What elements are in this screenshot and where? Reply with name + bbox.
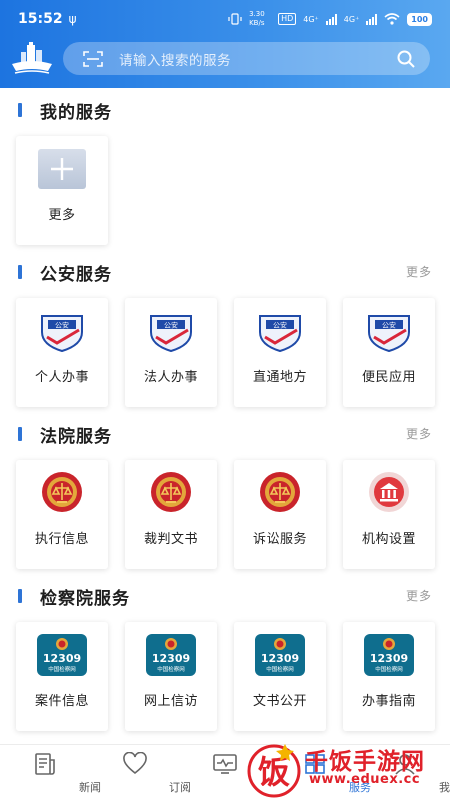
section-marker xyxy=(18,589,22,603)
add-icon xyxy=(38,149,86,189)
court-card-institutions[interactable]: 机构设置 xyxy=(343,460,435,569)
card-label: 便民应用 xyxy=(361,370,416,385)
section-marker xyxy=(18,103,22,117)
police-shield-icon: 公安 xyxy=(150,315,192,352)
court-more-link[interactable]: 更多 xyxy=(406,425,432,442)
procuratorate-services-section: 检察院服务 更多 12309 中国检察网 案件信息 12309 中国检察网 网上… xyxy=(0,582,450,732)
wifi-icon xyxy=(384,13,400,25)
card-label: 网上信访 xyxy=(143,694,198,709)
tab-subscribe[interactable]: 订阅 xyxy=(90,745,191,801)
procuratorate-12309-icon: 12309 中国检察网 xyxy=(255,634,305,676)
police-shield-icon: 公安 xyxy=(368,315,410,352)
card-label: 机构设置 xyxy=(361,532,416,547)
scan-icon[interactable] xyxy=(83,50,103,67)
card-label: 办事指南 xyxy=(361,694,416,709)
status-time: 15:52 xyxy=(18,11,63,27)
police-shield-icon: 公安 xyxy=(41,315,83,352)
police-more-link[interactable]: 更多 xyxy=(406,263,432,280)
status-bar: 15:52 ψ 3.30 KB/s HD 4G⁺ 4G⁺ 100 xyxy=(0,0,450,38)
badge-number: 12309 xyxy=(43,652,81,665)
procuratorate-12309-icon: 12309 中国检察网 xyxy=(364,634,414,676)
monitor-pulse-icon xyxy=(213,754,237,774)
section-title: 法院服务 xyxy=(40,427,112,447)
court-card-judgment[interactable]: 裁判文书 xyxy=(125,460,217,569)
badge-number: 12309 xyxy=(261,652,299,665)
police-services-section: 公安服务 更多 公安 个人办事 公安 法人办事 公安 直通地方 公安 便民应用 xyxy=(0,258,450,408)
badge-caption: 中国检察网 xyxy=(157,665,185,673)
watermark-url: www.eduex.cc xyxy=(309,772,421,787)
vibrate-icon xyxy=(228,13,242,25)
app-logo-icon xyxy=(12,42,52,74)
police-card-local[interactable]: 公安 直通地方 xyxy=(234,298,326,407)
police-card-personal[interactable]: 公安 个人办事 xyxy=(16,298,108,407)
procuratorate-card-petition[interactable]: 12309 中国检察网 网上信访 xyxy=(125,622,217,731)
court-services-section: 法院服务 更多 执行信息 裁判文书 诉讼服务 机构设置 xyxy=(0,420,450,570)
app-header: 15:52 ψ 3.30 KB/s HD 4G⁺ 4G⁺ 100 请输入搜索的服… xyxy=(0,0,450,88)
card-label: 个人办事 xyxy=(34,370,89,385)
search-icon[interactable] xyxy=(396,49,416,69)
status-indicators: 3.30 KB/s HD 4G⁺ 4G⁺ 100 xyxy=(228,10,432,28)
procuratorate-more-link[interactable]: 更多 xyxy=(406,587,432,604)
badge-caption: 中国检察网 xyxy=(48,665,76,673)
shield-text: 公安 xyxy=(164,321,178,330)
news-icon xyxy=(35,753,55,775)
signal-icon-2 xyxy=(366,13,378,25)
card-label: 直通地方 xyxy=(252,370,307,385)
my-services-section: 我的服务 更多 xyxy=(0,96,450,246)
procuratorate-12309-icon: 12309 中国检察网 xyxy=(146,634,196,676)
net-speed: 3.30 KB/s xyxy=(249,10,265,27)
procuratorate-card-documents[interactable]: 12309 中国检察网 文书公开 xyxy=(234,622,326,731)
search-bar[interactable]: 请输入搜索的服务 xyxy=(63,42,430,75)
hd-badge: HD xyxy=(278,13,297,25)
shield-text: 公安 xyxy=(55,321,69,330)
procuratorate-card-guide[interactable]: 12309 中国检察网 办事指南 xyxy=(343,622,435,731)
court-card-litigation[interactable]: 诉讼服务 xyxy=(234,460,326,569)
badge-caption: 中国检察网 xyxy=(375,665,403,673)
section-title: 我的服务 xyxy=(40,103,112,123)
section-title: 公安服务 xyxy=(40,265,112,285)
procuratorate-12309-icon: 12309 中国检察网 xyxy=(37,634,87,676)
network-type: 4G⁺ xyxy=(303,14,319,24)
badge-caption: 中国检察网 xyxy=(266,665,294,673)
card-label: 法人办事 xyxy=(143,370,198,385)
court-emblem-icon xyxy=(42,472,82,512)
court-emblem-icon xyxy=(151,472,191,512)
badge-number: 12309 xyxy=(370,652,408,665)
search-input[interactable]: 请输入搜索的服务 xyxy=(119,49,231,69)
court-card-execution[interactable]: 执行信息 xyxy=(16,460,108,569)
court-emblem-icon xyxy=(260,472,300,512)
shield-text: 公安 xyxy=(273,321,287,330)
card-label: 案件信息 xyxy=(34,694,89,709)
tab-news[interactable]: 新闻 xyxy=(0,745,101,801)
battery-indicator: 100 xyxy=(407,12,432,26)
badge-number: 12309 xyxy=(152,652,190,665)
section-marker xyxy=(18,427,22,441)
section-title: 检察院服务 xyxy=(40,589,130,609)
heart-icon xyxy=(123,752,147,775)
network-type-2: 4G⁺ xyxy=(343,14,360,24)
card-label: 诉讼服务 xyxy=(252,532,307,547)
watermark-brand: 千饭手游网 xyxy=(305,749,425,775)
watermark-logo-icon: 饭 xyxy=(247,744,301,798)
watermark-glyph: 饭 xyxy=(258,753,290,791)
police-shield-icon: 公安 xyxy=(259,315,301,352)
police-card-convenience[interactable]: 公安 便民应用 xyxy=(343,298,435,407)
more-services-card[interactable]: 更多 xyxy=(16,136,108,245)
signal-icon xyxy=(325,13,337,25)
usb-icon: ψ xyxy=(68,12,77,26)
section-marker xyxy=(18,265,22,279)
police-card-corporate[interactable]: 公安 法人办事 xyxy=(125,298,217,407)
site-watermark: 饭 千饭手游网 www.eduex.cc xyxy=(245,740,450,800)
card-label: 文书公开 xyxy=(252,694,307,709)
institution-building-icon xyxy=(369,472,409,512)
shield-text: 公安 xyxy=(382,321,396,330)
procuratorate-card-case-info[interactable]: 12309 中国检察网 案件信息 xyxy=(16,622,108,731)
card-label: 更多 xyxy=(48,208,76,223)
card-label: 执行信息 xyxy=(34,532,89,547)
card-label: 裁判文书 xyxy=(143,532,198,547)
